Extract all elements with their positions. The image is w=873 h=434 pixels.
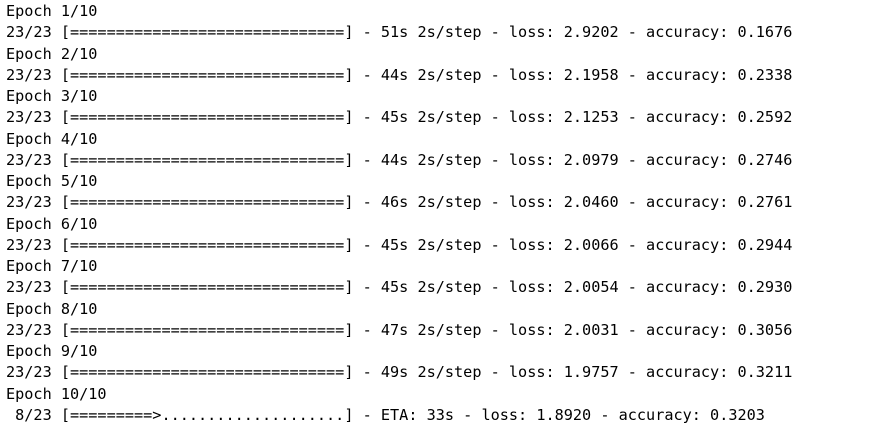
progress-line: 23/23 [==============================] -…	[6, 278, 793, 297]
epoch-header-line: Epoch 5/10	[6, 172, 98, 190]
epoch-header-line: Epoch 8/10	[6, 299, 98, 318]
epoch-header-line: Epoch 3/10	[6, 87, 98, 105]
progress-line: 23/23 [==============================] -…	[6, 363, 793, 382]
progress-line: 23/23 [==============================] -…	[6, 23, 793, 42]
progress-line: 23/23 [==============================] -…	[6, 235, 793, 254]
epoch-header-line: Epoch 1/10	[6, 2, 98, 20]
epoch-header-line: Epoch 2/10	[6, 44, 98, 63]
epoch-header-line: Epoch 10/10	[6, 384, 107, 403]
epoch-header-line: Epoch 9/10	[6, 342, 98, 360]
progress-line-in-progress: 8/23 [=========>....................] - …	[6, 405, 765, 424]
epoch-header-line: Epoch 6/10	[6, 214, 98, 233]
progress-line: 23/23 [==============================] -…	[6, 320, 793, 339]
progress-line: 23/23 [==============================] -…	[6, 193, 793, 212]
progress-line: 23/23 [==============================] -…	[6, 108, 793, 127]
training-log-output: Epoch 1/10 23/23 [======================…	[0, 0, 873, 434]
epoch-header-line: Epoch 7/10	[6, 257, 98, 275]
progress-line: 23/23 [==============================] -…	[6, 150, 793, 169]
epoch-header-line: Epoch 4/10	[6, 129, 98, 148]
progress-line: 23/23 [==============================] -…	[6, 65, 793, 84]
